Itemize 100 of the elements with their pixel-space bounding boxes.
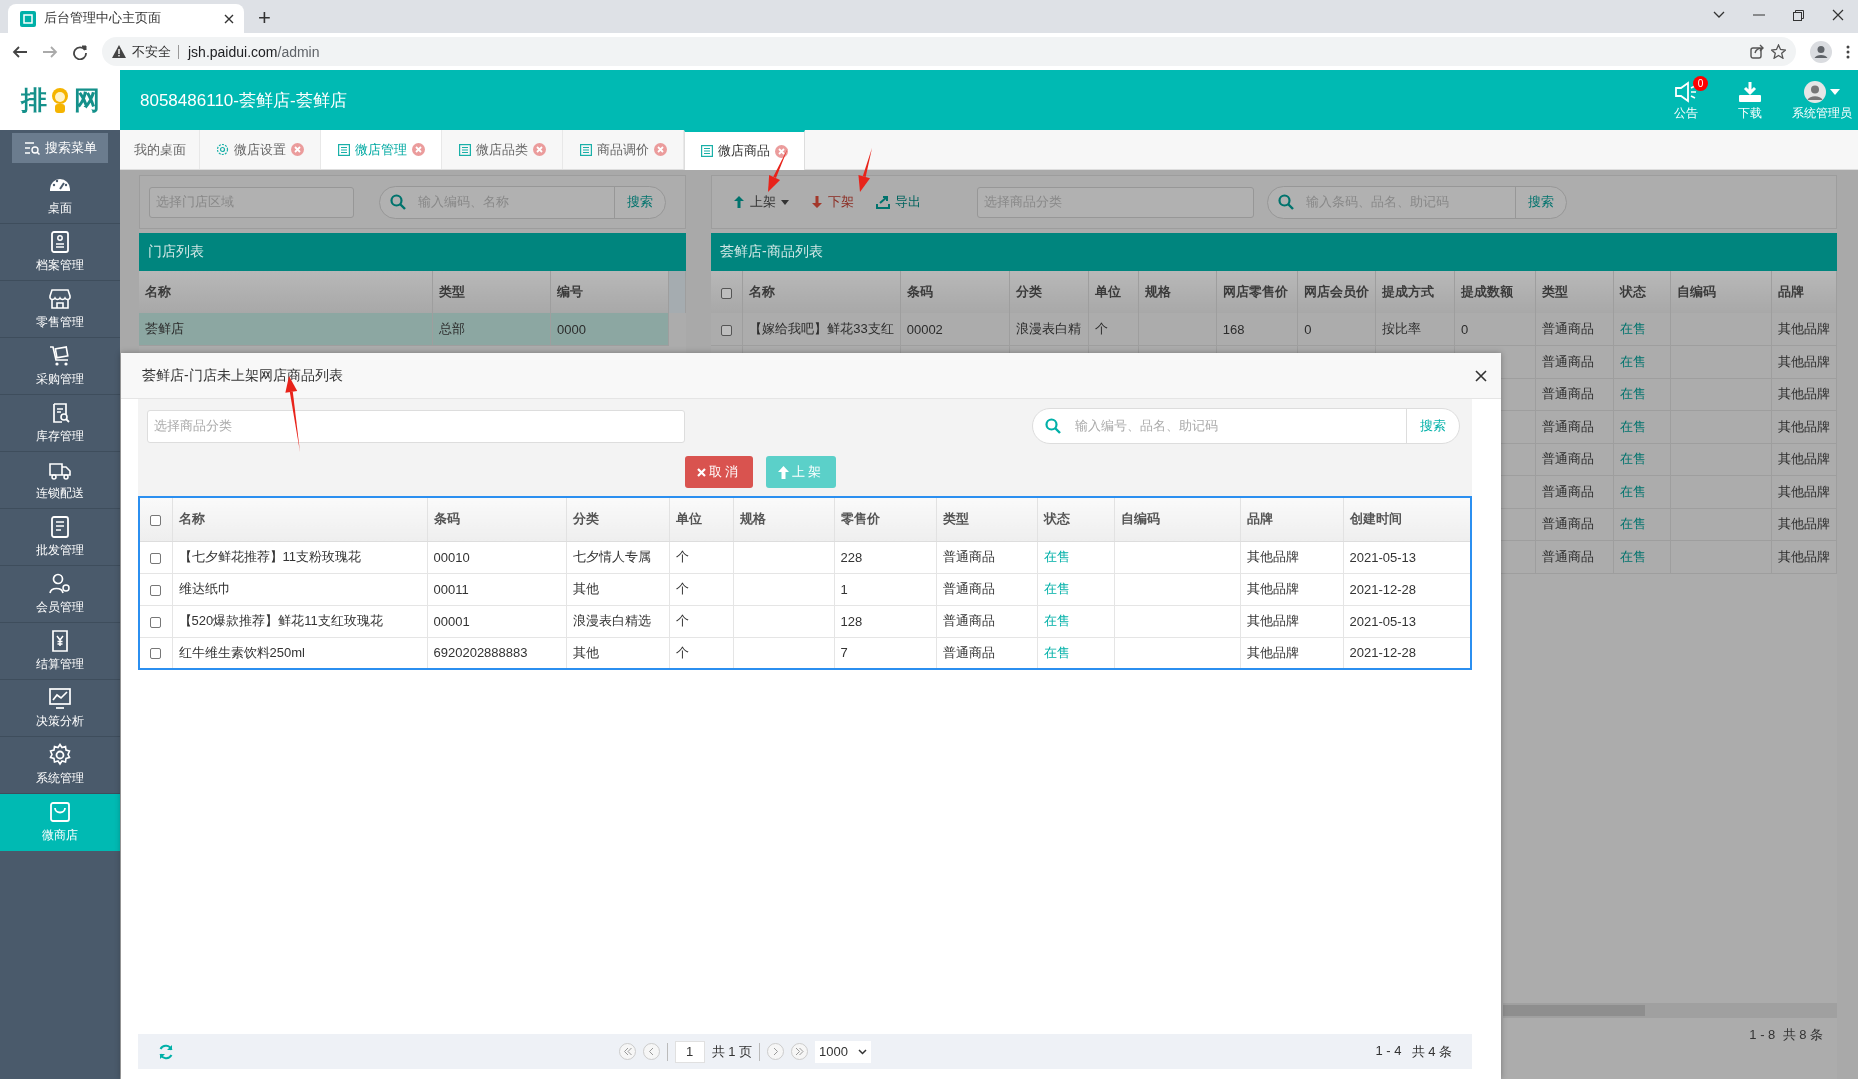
table-cell: 其他品牌: [1240, 637, 1343, 669]
table-cell: 个: [669, 573, 733, 605]
table-cell: 按比率: [1375, 313, 1455, 346]
table-cell: 红牛维生素饮料250ml: [172, 637, 427, 669]
status-text: 在售: [1037, 573, 1114, 605]
table-cell: 七夕情人专属: [566, 541, 669, 573]
notice-button[interactable]: 公告 0: [1674, 76, 1708, 122]
page-size-select[interactable]: 1000: [815, 1040, 871, 1063]
close-icon[interactable]: [1832, 9, 1844, 21]
arrow-down-icon: [811, 195, 823, 209]
toolbar-button[interactable]: 导出: [870, 189, 927, 215]
table-row[interactable]: 荟鲜店 总部 0000: [139, 313, 686, 346]
table-cell: 普通商品: [1535, 410, 1614, 443]
checkbox[interactable]: [721, 324, 733, 336]
page-input[interactable]: 1: [674, 1040, 705, 1063]
table-cell: 普通商品: [936, 605, 1037, 637]
arrow-up-icon: [777, 465, 789, 479]
gear-icon: [48, 743, 72, 767]
star-icon[interactable]: [1771, 44, 1786, 59]
table-cell: 浪漫表白精: [1009, 313, 1089, 346]
checkbox[interactable]: [721, 287, 733, 299]
page-summary: 1 - 8 共 8 条: [1749, 1025, 1823, 1044]
table-cell: 168: [1216, 313, 1298, 346]
close-icon[interactable]: [224, 13, 234, 24]
table-cell: 【七夕鲜花推荐】11支粉玫瑰花: [172, 541, 427, 573]
close-icon[interactable]: [1475, 369, 1487, 382]
favicon-icon: [20, 10, 36, 27]
checkbox[interactable]: [150, 616, 162, 628]
list-icon: [458, 143, 471, 156]
toolbar-button[interactable]: 上架: [727, 189, 795, 215]
column-header: 自编码: [1114, 497, 1240, 541]
table-cell: 其他品牌: [1771, 475, 1837, 508]
download-icon: [1738, 81, 1762, 103]
last-page-icon: [795, 1047, 805, 1056]
warning-icon: [112, 45, 126, 58]
horizontal-scrollbar[interactable]: [1503, 1003, 1837, 1018]
table-cell: 普通商品: [1535, 443, 1614, 476]
restore-icon[interactable]: [1793, 9, 1804, 21]
storefront-icon: [48, 287, 72, 311]
table-cell: 其他品牌: [1771, 345, 1837, 378]
table-cell: 总部: [432, 313, 551, 346]
table-cell: 荟鲜店: [139, 313, 433, 346]
table-cell: 其他品牌: [1771, 378, 1837, 411]
avatar-icon: [1804, 81, 1826, 103]
chevron-down-icon: [857, 1048, 867, 1055]
column-header: 条码: [427, 497, 566, 541]
menu-icon[interactable]: [1846, 44, 1850, 59]
status-text: 在售: [1613, 410, 1671, 443]
table-cell: 7: [834, 637, 936, 669]
caret-icon[interactable]: [1830, 89, 1840, 95]
browser-tab[interactable]: 后台管理中心主页面: [8, 4, 244, 33]
search-menu-button[interactable]: 搜索菜单: [12, 133, 108, 163]
reload-icon[interactable]: [72, 43, 88, 60]
tab[interactable]: 微店管理: [321, 130, 442, 169]
column-header: 规格: [733, 497, 834, 541]
table-cell: 6920202888883: [427, 637, 566, 669]
back-icon[interactable]: [12, 43, 28, 60]
column-header: 网店零售价: [1216, 271, 1298, 313]
table-cell: 其他品牌: [1771, 508, 1837, 541]
search-icon: [1045, 418, 1061, 434]
column-header: 名称: [172, 497, 427, 541]
speaker-icon: [1674, 81, 1698, 103]
panel-title-bar: 门店列表: [139, 233, 686, 271]
profile-icon[interactable]: [1810, 40, 1832, 63]
checkbox[interactable]: [150, 648, 162, 660]
checkbox[interactable]: [150, 514, 162, 526]
logo-text: 排: [21, 83, 46, 117]
next-page-icon: [771, 1047, 781, 1056]
tab[interactable]: 微店商品: [684, 130, 805, 170]
status-text: 在售: [1613, 475, 1671, 508]
panel-title-bar: 荟鲜店-商品列表: [711, 233, 1837, 271]
column-header: 单位: [1088, 271, 1139, 313]
refresh-icon[interactable]: [158, 1043, 174, 1060]
status-text: 在售: [1037, 637, 1114, 669]
table-cell: 2021-05-13: [1343, 605, 1471, 637]
table-cell: 其他: [566, 573, 669, 605]
cart-icon: [48, 344, 72, 368]
forward-icon[interactable]: [42, 43, 58, 60]
table-cell: 其他: [566, 637, 669, 669]
table-cell: 【520爆款推荐】鲜花11支红玫瑰花: [172, 605, 427, 637]
status-text: 在售: [1613, 443, 1671, 476]
cancel-button[interactable]: 取消: [684, 456, 753, 488]
new-tab-button[interactable]: +: [258, 4, 271, 33]
table-cell: 其他品牌: [1771, 313, 1837, 346]
url-text[interactable]: jsh.paidui.com/admin: [188, 43, 320, 60]
chevron-down-icon[interactable]: [1713, 11, 1725, 19]
table-cell: 00011: [427, 573, 566, 605]
checkbox[interactable]: [150, 584, 162, 596]
toolbar-button[interactable]: 下架: [805, 189, 860, 215]
status-text: 在售: [1613, 313, 1671, 346]
checkbox[interactable]: [150, 552, 162, 564]
column-header: 网店会员价: [1297, 271, 1376, 313]
table-cell: 1: [834, 573, 936, 605]
table-cell: 其他品牌: [1771, 540, 1837, 573]
caret-icon: [781, 199, 789, 205]
share-icon[interactable]: [1750, 44, 1765, 59]
bag-icon: [48, 800, 72, 824]
table-cell: 其他品牌: [1240, 605, 1343, 637]
column-header: 分类: [1009, 271, 1089, 313]
search-icon: [390, 194, 406, 210]
